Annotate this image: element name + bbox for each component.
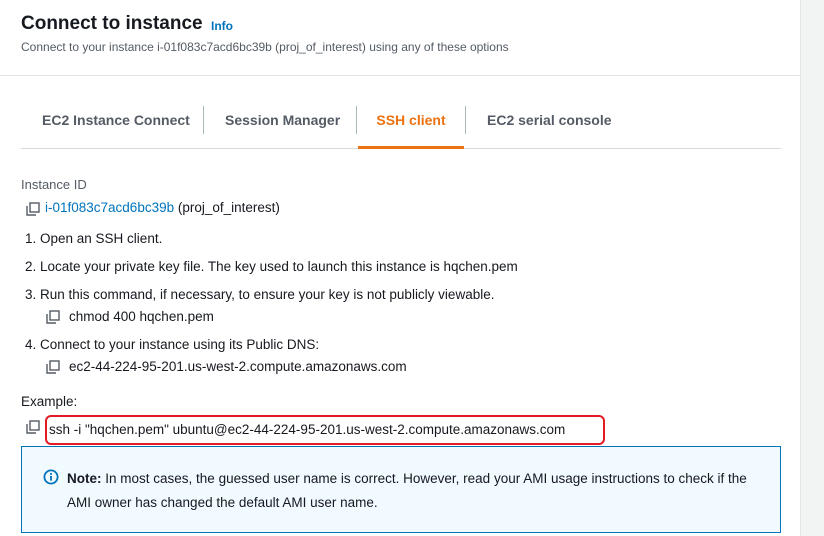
copy-icon[interactable] <box>46 310 60 324</box>
step-3: 3. Run this command, if necessary, to en… <box>25 287 495 302</box>
tab-ssh-client[interactable]: SSH client <box>358 103 464 149</box>
instance-id-row: i-01f083c7acd6bc39b (proj_of_interest) <box>45 200 280 215</box>
tab-divider <box>356 106 357 134</box>
tab-ec2-instance-connect[interactable]: EC2 Instance Connect <box>42 103 190 148</box>
copy-icon[interactable] <box>26 202 40 216</box>
instance-id-link[interactable]: i-01f083c7acd6bc39b <box>45 200 174 215</box>
page-title: Connect to instance <box>21 13 203 34</box>
public-dns: ec2-44-224-95-201.us-west-2.compute.amaz… <box>69 359 407 374</box>
page-header: Connect to instance Info Connect to your… <box>0 0 801 76</box>
page-subtitle: Connect to your instance i-01f083c7acd6b… <box>21 40 509 54</box>
instance-id-label: Instance ID <box>21 177 87 192</box>
chmod-command: chmod 400 hqchen.pem <box>69 309 214 324</box>
copy-icon[interactable] <box>26 420 40 434</box>
tab-bar: EC2 Instance Connect Session Manager SSH… <box>21 103 781 149</box>
copy-icon[interactable] <box>46 360 60 374</box>
note-title: Note: <box>67 471 102 486</box>
note-body: In most cases, the guessed user name is … <box>67 471 747 510</box>
tab-divider <box>203 106 204 134</box>
tab-divider <box>465 106 466 134</box>
step-4: 4. Connect to your instance using its Pu… <box>25 337 320 352</box>
example-label: Example: <box>21 394 78 409</box>
tab-ec2-serial-console[interactable]: EC2 serial console <box>487 103 612 148</box>
note-text: Note: In most cases, the guessed user na… <box>67 467 767 515</box>
step-2: 2. Locate your private key file. The key… <box>25 259 518 274</box>
info-icon <box>43 469 59 485</box>
info-alert: Note: In most cases, the guessed user na… <box>21 446 781 533</box>
instance-name: (proj_of_interest) <box>177 200 280 215</box>
step-1: 1. Open an SSH client. <box>25 231 163 246</box>
info-link[interactable]: Info <box>211 19 233 33</box>
example-ssh-command: ssh -i "hqchen.pem" ubuntu@ec2-44-224-95… <box>45 415 605 445</box>
tab-session-manager[interactable]: Session Manager <box>225 103 340 148</box>
